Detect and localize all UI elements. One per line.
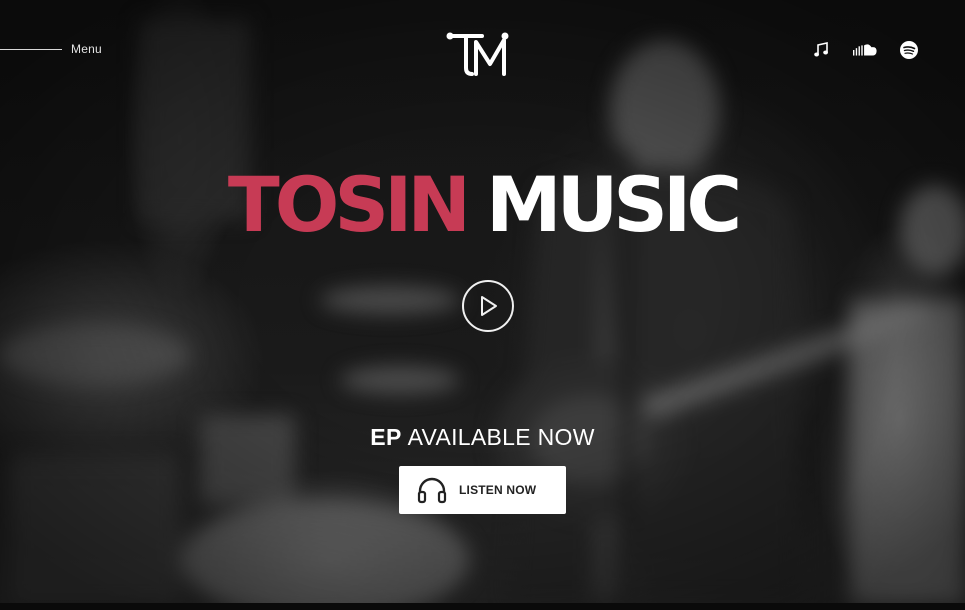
title-part-red: TOSIN <box>227 160 471 249</box>
tm-logo[interactable] <box>446 30 512 78</box>
social-links <box>809 38 921 62</box>
hero-section: Menu TOSIN MUSIC EP AVAILABLE NOW LISTEN… <box>0 0 965 610</box>
play-icon <box>481 296 497 316</box>
play-button[interactable] <box>462 280 514 332</box>
bottom-edge <box>0 603 965 610</box>
headphones-icon <box>417 477 447 504</box>
menu-line <box>0 48 62 50</box>
listen-now-label: LISTEN NOW <box>459 483 537 497</box>
release-tagline: EP AVAILABLE NOW <box>0 424 965 451</box>
menu-button[interactable]: Menu <box>0 40 102 58</box>
title-part-white: MUSIC <box>485 160 742 249</box>
tagline-ep: EP <box>370 424 402 450</box>
tagline-rest: AVAILABLE NOW <box>407 424 595 450</box>
soundcloud-icon[interactable] <box>853 38 877 62</box>
apple-music-icon[interactable] <box>809 38 833 62</box>
spotify-icon[interactable] <box>897 38 921 62</box>
page-title: TOSIN MUSIC <box>0 160 965 250</box>
listen-now-button[interactable]: LISTEN NOW <box>399 466 566 514</box>
menu-label: Menu <box>71 42 102 56</box>
